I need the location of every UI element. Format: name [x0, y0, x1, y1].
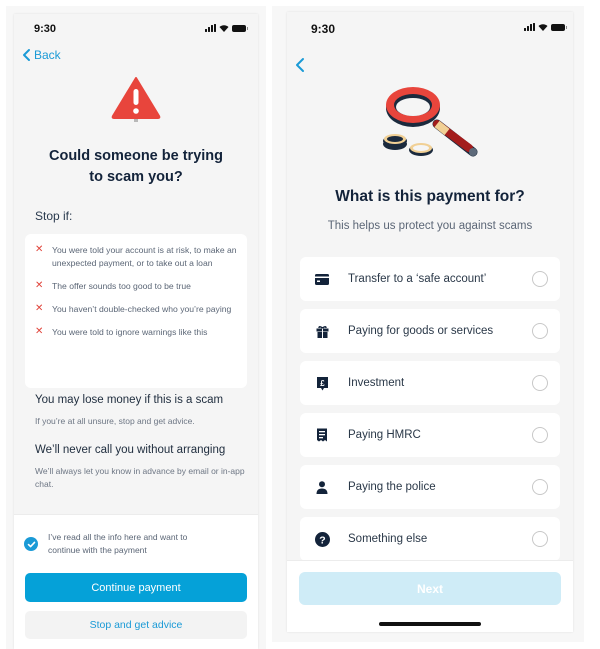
status-bar: 9:30 — [14, 14, 258, 44]
warning-icon — [111, 77, 161, 122]
payment-purpose-options: Transfer to a ‘safe account’ Paying for … — [300, 257, 560, 569]
svg-text:?: ? — [319, 534, 325, 546]
confirm-checkbox[interactable] — [24, 537, 38, 551]
pound-icon: £ — [314, 375, 330, 391]
status-time: 9:30 — [34, 23, 57, 35]
back-button[interactable]: Back — [20, 48, 61, 62]
stop-item: ✕ You were told to ignore warnings like … — [35, 326, 208, 337]
chevron-left-icon — [23, 49, 30, 61]
payment-purpose-screen: 9:30 What is this payment for? This help… — [287, 12, 573, 632]
card-icon — [314, 271, 330, 287]
option-investment[interactable]: £ Investment — [300, 361, 560, 405]
signal-icon — [205, 24, 216, 32]
scam-warning-screen: 9:30 Back Could someone be trying to sca… — [14, 14, 258, 649]
continue-payment-button[interactable]: Continue payment — [25, 573, 247, 602]
cross-icon: ✕ — [35, 244, 44, 255]
action-panel: I’ve read all the info here and want to … — [14, 514, 258, 649]
option-something-else[interactable]: ? Something else — [300, 517, 560, 561]
back-label: Back — [34, 48, 61, 62]
person-icon — [314, 479, 330, 495]
option-goods-or-services[interactable]: Paying for goods or services — [300, 309, 560, 353]
radio-button[interactable] — [532, 479, 548, 495]
action-panel: Next — [287, 560, 573, 632]
stop-if-card: ✕ You were told your account is at risk,… — [25, 234, 247, 388]
question-icon: ? — [314, 531, 330, 547]
home-indicator — [379, 622, 481, 626]
radio-button[interactable] — [532, 531, 548, 547]
stop-item: ✕ You were told your account is at risk,… — [35, 244, 237, 268]
cross-icon: ✕ — [35, 280, 44, 291]
stop-item: ✕ The offer sounds too good to be true — [35, 280, 191, 291]
never-call-text: We’ll always let you know in advance by … — [35, 466, 245, 489]
never-call-heading: We’ll never call you without arranging — [35, 444, 226, 456]
next-button[interactable]: Next — [299, 572, 561, 605]
gift-icon — [314, 323, 330, 339]
battery-icon — [232, 24, 248, 32]
magnifying-glass-illustration — [383, 87, 478, 157]
receipt-icon — [314, 427, 330, 443]
status-bar: 9:30 — [287, 12, 573, 42]
option-paying-hmrc[interactable]: Paying HMRC — [300, 413, 560, 457]
checkmark-icon — [27, 541, 35, 547]
cross-icon: ✕ — [35, 303, 44, 314]
page-title: Could someone be trying to scam you? — [48, 148, 223, 185]
stop-if-label: Stop if: — [35, 209, 73, 223]
wifi-icon — [219, 25, 229, 32]
option-safe-account-transfer[interactable]: Transfer to a ‘safe account’ — [300, 257, 560, 301]
stop-item: ✕ You haven’t double-checked who you’re … — [35, 303, 232, 314]
cross-icon: ✕ — [35, 326, 44, 337]
confirm-checkbox-label: I’ve read all the info here and want to … — [48, 532, 188, 555]
option-paying-police[interactable]: Paying the police — [300, 465, 560, 509]
lose-money-text: If you’re at all unsure, stop and get ad… — [35, 416, 195, 426]
back-button[interactable] — [293, 56, 307, 74]
signal-icon — [524, 23, 535, 31]
wifi-icon — [538, 24, 548, 31]
status-time: 9:30 — [311, 22, 336, 36]
page-title: What is this payment for? — [335, 188, 525, 205]
radio-button[interactable] — [532, 323, 548, 339]
radio-button[interactable] — [532, 375, 548, 391]
svg-text:£: £ — [320, 379, 325, 388]
confirm-checkbox-row[interactable]: I’ve read all the info here and want to … — [24, 531, 218, 557]
lose-money-heading: You may lose money if this is a scam — [35, 394, 224, 406]
stop-and-get-advice-button[interactable]: Stop and get advice — [25, 611, 247, 639]
radio-button[interactable] — [532, 271, 548, 287]
battery-icon — [551, 23, 567, 31]
page-subtitle: This helps us protect you against scams — [327, 220, 533, 232]
radio-button[interactable] — [532, 427, 548, 443]
